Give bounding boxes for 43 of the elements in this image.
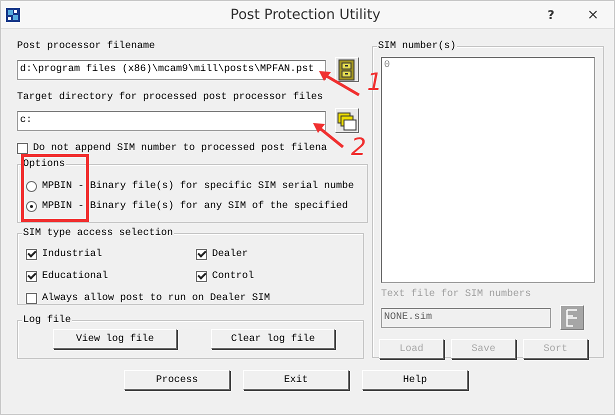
app-icon [5, 6, 21, 22]
checkbox-label: Educational [42, 270, 108, 282]
checkbox-label: Do not append SIM number to processed post filena [33, 142, 328, 154]
annotation-number: 1 [367, 69, 382, 95]
file-cabinet-icon [337, 58, 357, 80]
checkbox[interactable] [196, 248, 207, 260]
checkbox-label: Always allow post to run on Dealer SIM [42, 292, 270, 304]
action-button[interactable]: Process [124, 370, 230, 390]
group-title: SIM number(s) [377, 40, 458, 53]
help-button[interactable]: ? [530, 8, 572, 22]
close-button[interactable]: × [572, 6, 614, 22]
sim-number: 0 [384, 60, 392, 71]
field-label: Target directory for processed post processor files [17, 91, 324, 105]
folders-icon [337, 110, 357, 132]
field-label: Post processor filename [17, 40, 156, 54]
checkbox[interactable] [26, 270, 37, 282]
sim-number-list[interactable]: 0 [381, 57, 595, 283]
group-title: Log file [22, 314, 72, 328]
radio-button[interactable] [26, 201, 37, 212]
checkbox-label: Dealer [212, 248, 248, 260]
text-field[interactable]: c: [17, 110, 326, 130]
group-title: SIM type access selection [22, 227, 174, 240]
checkbox[interactable] [26, 292, 37, 304]
log-button[interactable]: View log file [53, 329, 177, 350]
checkbox[interactable] [17, 142, 28, 154]
radio-label: MPBIN - Binary file(s) for any SIM of the specified [42, 201, 348, 212]
annotation-box [21, 154, 89, 222]
browse-button[interactable] [335, 57, 359, 82]
checkbox[interactable] [196, 270, 207, 282]
checkbox-label: Control [212, 270, 254, 282]
radio-button[interactable] [26, 181, 37, 192]
checkbox-label: Industrial [42, 248, 102, 260]
log-button[interactable]: Clear log file [211, 329, 335, 350]
text-field[interactable]: d:\program files (x86)\mcam9\mill\posts\MPFAN.pst [17, 60, 326, 80]
browse-button[interactable] [335, 108, 359, 133]
checkbox[interactable] [26, 248, 37, 260]
annotation-number: 2 [351, 134, 366, 160]
action-button[interactable]: Help [362, 370, 468, 390]
group-title: Options [22, 158, 66, 171]
window-title: Post Protection Utility [229, 6, 382, 22]
radio-label: MPBIN - Binary file(s) for specific SIM serial numbe [42, 181, 354, 192]
action-button[interactable]: Exit [243, 370, 349, 390]
field-label: Text file for SIM numbers [381, 288, 532, 302]
